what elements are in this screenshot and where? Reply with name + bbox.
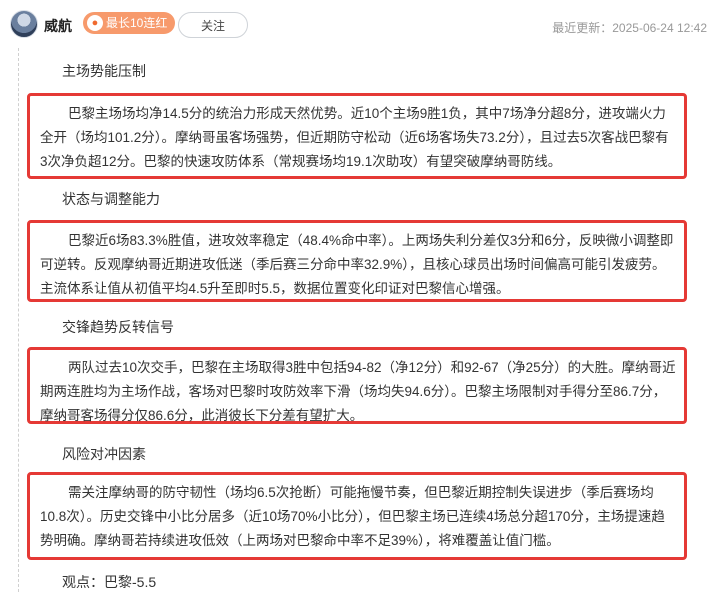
timeline-line xyxy=(18,48,19,592)
flame-icon: ● xyxy=(87,15,103,31)
post-header: 威航 ● 最长10连红 关注 最近更新：2025-06-24 12:42 xyxy=(0,0,713,50)
streak-badge: ● 最长10连红 xyxy=(83,12,176,34)
section-body: 巴黎主场场均净14.5分的统治力形成天然优势。近10个主场9胜1负，其中7场净分… xyxy=(27,93,687,179)
streak-badge-label: 最长10连红 xyxy=(106,16,168,30)
section-body: 两队过去10次交手，巴黎在主场取得3胜中包括94-82（净12分）和92-67（… xyxy=(27,347,687,424)
follow-button[interactable]: 关注 xyxy=(178,12,248,38)
section-heading: 风险对冲因素 xyxy=(62,446,146,462)
last-updated: 最近更新：2025-06-24 12:42 xyxy=(552,21,707,35)
avatar[interactable] xyxy=(10,10,38,38)
section-heading: 状态与调整能力 xyxy=(62,191,160,207)
section-heading: 主场势能压制 xyxy=(62,63,146,79)
viewpoint: 观点：巴黎-5.5 xyxy=(62,574,157,590)
section-body: 需关注摩纳哥的防守韧性（场均6.5次抢断）可能拖慢节奏，但巴黎近期控制失误进步（… xyxy=(27,472,687,560)
author-name[interactable]: 威航 xyxy=(44,16,72,36)
section-heading: 交锋趋势反转信号 xyxy=(62,319,174,335)
section-body: 巴黎近6场83.3%胜值，进攻效率稳定（48.4%命中率）。上两场失利分差仅3分… xyxy=(27,220,687,302)
